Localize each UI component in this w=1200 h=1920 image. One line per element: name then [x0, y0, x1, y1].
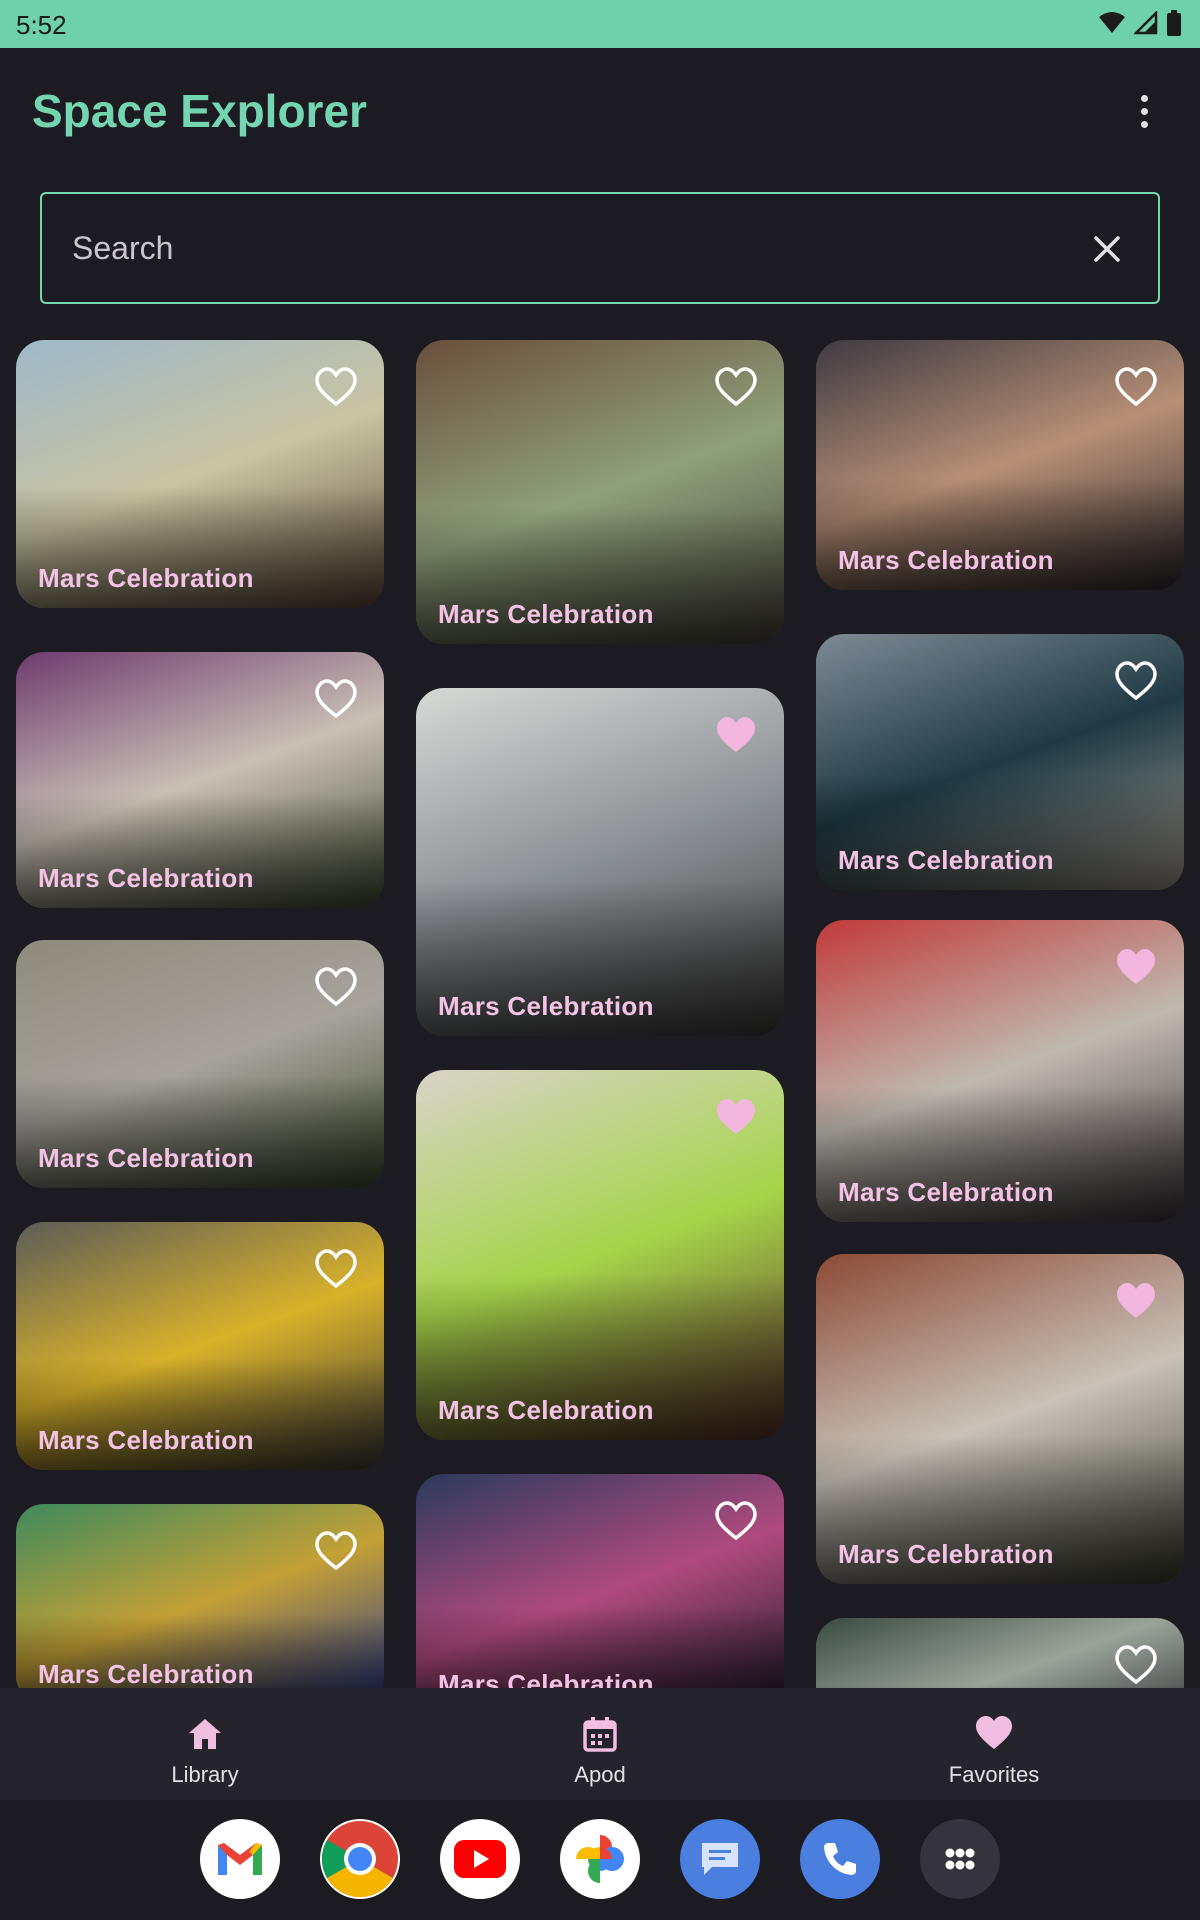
photo-card[interactable]: Mars Celebration	[16, 1504, 384, 1688]
photo-caption: Mars Celebration	[38, 1425, 254, 1455]
favorite-outline-icon[interactable]	[714, 366, 758, 406]
favorite-outline-icon[interactable]	[314, 678, 358, 718]
apps-grid-icon[interactable]	[920, 1819, 1000, 1899]
photo-card[interactable]: Mars Celebration	[16, 1222, 384, 1470]
favorite-outline-icon[interactable]	[1114, 366, 1158, 406]
photo-card[interactable]: Mars Celebration	[816, 920, 1184, 1222]
photo-caption: Mars Celebration	[38, 1659, 254, 1688]
photo-card[interactable]: Mars Celebration	[816, 634, 1184, 890]
calendar-icon	[583, 1717, 617, 1752]
app-title: Space Explorer	[32, 85, 367, 137]
favorite-outline-icon[interactable]	[314, 1248, 358, 1288]
photo-card[interactable]: Mars Celebration	[16, 340, 384, 608]
favorite-outline-icon[interactable]	[714, 1500, 758, 1540]
nav-label-library: Library	[171, 1762, 239, 1787]
nav-item-favorites[interactable]: Favorites	[894, 1688, 1094, 1800]
photo-caption: Mars Celebration	[438, 991, 654, 1021]
photo-card[interactable]: Mars Celebration	[16, 940, 384, 1188]
launcher-dock	[0, 1800, 1200, 1920]
photo-caption: Mars Celebration	[38, 863, 254, 893]
photo-caption: Mars Celebration	[438, 1395, 654, 1425]
bottom-navigation: Library Apod Favorites	[0, 1688, 1200, 1800]
heart-icon	[976, 1716, 1012, 1749]
wifi-icon	[1099, 12, 1125, 33]
battery-icon	[1167, 10, 1181, 36]
search-field[interactable]	[40, 192, 1160, 304]
more-options-icon[interactable]	[1124, 86, 1164, 136]
chrome-icon[interactable]	[320, 1819, 400, 1899]
favorite-filled-icon[interactable]	[714, 714, 758, 754]
home-icon	[189, 1719, 221, 1749]
photo-caption: Mars Celebration	[38, 563, 254, 593]
favorite-filled-icon[interactable]	[714, 1096, 758, 1136]
nav-item-apod[interactable]: Apod	[500, 1688, 700, 1800]
favorite-outline-icon[interactable]	[314, 966, 358, 1006]
photo-grid[interactable]: Mars Celebration Mars Celebration Mars Cel…	[0, 340, 1200, 1688]
status-time: 5:52	[16, 10, 67, 40]
photo-card[interactable]: Mars Celebration	[416, 1070, 784, 1440]
photo-caption: Mars Celebration	[438, 599, 654, 629]
search-input[interactable]	[72, 222, 972, 274]
favorite-outline-icon[interactable]	[314, 366, 358, 406]
photo-caption: Mars Celebration	[838, 845, 1054, 875]
phone-icon[interactable]	[800, 1819, 880, 1899]
gmail-icon[interactable]	[200, 1819, 280, 1899]
favorite-outline-icon[interactable]	[1114, 660, 1158, 700]
nav-item-library[interactable]: Library	[105, 1688, 305, 1800]
favorite-outline-icon[interactable]	[1114, 1644, 1158, 1684]
status-icons	[1098, 10, 1182, 36]
photo-card[interactable]: Mars Celebration	[416, 688, 784, 1036]
clear-search-icon[interactable]	[1084, 226, 1130, 272]
messages-icon[interactable]	[680, 1819, 760, 1899]
photo-caption: Mars Celebration	[838, 1539, 1054, 1569]
cellular-signal-icon	[1134, 11, 1158, 35]
nav-label-favorites: Favorites	[948, 1762, 1040, 1787]
photo-card[interactable]: Mars Celebration	[16, 652, 384, 908]
photo-card[interactable]: Mars Celebration	[416, 1474, 784, 1688]
nav-label-apod: Apod	[574, 1762, 626, 1787]
youtube-icon[interactable]	[440, 1819, 520, 1899]
photo-caption: Mars Celebration	[838, 545, 1054, 575]
photo-caption: Mars Celebration	[838, 1177, 1054, 1207]
photo-caption: Mars Celebration	[438, 1669, 654, 1688]
photo-card[interactable]: Mars Celebration	[816, 1254, 1184, 1584]
photo-caption: Mars Celebration	[38, 1143, 254, 1173]
photos-icon[interactable]	[560, 1819, 640, 1899]
favorite-filled-icon[interactable]	[1114, 946, 1158, 986]
status-bar: 5:52	[0, 0, 1200, 48]
favorite-filled-icon[interactable]	[1114, 1280, 1158, 1320]
photo-card[interactable]: Mars Celebration	[816, 1618, 1184, 1688]
photo-card[interactable]: Mars Celebration	[816, 340, 1184, 590]
photo-card[interactable]: Mars Celebration	[416, 340, 784, 644]
favorite-outline-icon[interactable]	[314, 1530, 358, 1570]
